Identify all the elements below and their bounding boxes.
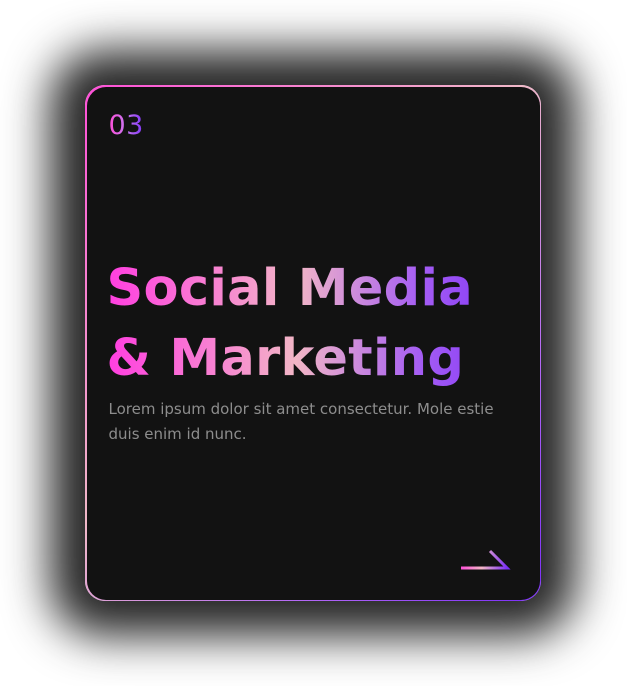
card-number: 03: [108, 109, 144, 141]
arrow-right-icon[interactable]: [457, 542, 513, 574]
page-stage: 03 Social Media & Marketing Lorem ipsum …: [0, 0, 627, 686]
card-title-line-2: & Marketing: [106, 328, 465, 388]
card-title-line-1: Social Media: [106, 258, 473, 318]
card-title: Social Media & Marketing: [107, 254, 527, 394]
card-description: Lorem ipsum dolor sit amet consectetur. …: [108, 399, 494, 443]
arrow-right-icon-svg: [460, 549, 511, 569]
service-card-body: 03 Social Media & Marketing Lorem ipsum …: [86, 86, 540, 600]
service-card[interactable]: 03 Social Media & Marketing Lorem ipsum …: [85, 85, 541, 601]
